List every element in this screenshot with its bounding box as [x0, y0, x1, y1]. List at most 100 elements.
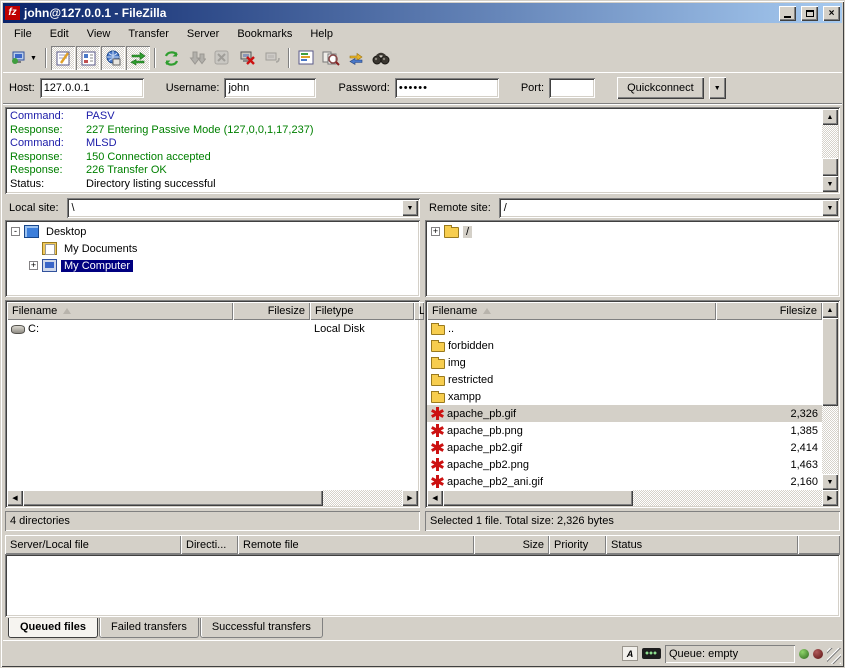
column-header-lastmodified[interactable]: L: [414, 302, 424, 320]
chevron-down-icon[interactable]: ▼: [822, 200, 838, 216]
menu-item[interactable]: Server: [178, 25, 228, 43]
remote-hscroll-track[interactable]: [443, 490, 822, 506]
synchronized-browsing-icon: [347, 50, 365, 66]
menu-item[interactable]: Bookmarks: [228, 25, 301, 43]
local-hscroll-thumb[interactable]: [23, 490, 323, 506]
reconnect-button[interactable]: [260, 46, 284, 70]
file-row[interactable]: apache_pb2_ani.gif 2,160: [427, 473, 822, 490]
chevron-down-icon[interactable]: ▼: [402, 200, 418, 216]
file-icon: [431, 441, 444, 454]
scroll-up-icon[interactable]: ▲: [822, 302, 838, 318]
scroll-down-icon[interactable]: ▼: [822, 474, 838, 490]
tree-item[interactable]: + /: [427, 223, 838, 240]
log-scroll-thumb[interactable]: [822, 158, 838, 176]
directory-filters-button[interactable]: [294, 46, 318, 70]
file-row[interactable]: apache_pb2.png 1,463: [427, 456, 822, 473]
log-scrollbar[interactable]: ▲ ▼: [822, 109, 838, 192]
refresh-button[interactable]: [160, 46, 184, 70]
queue-tab[interactable]: Successful transfers: [200, 618, 323, 638]
remote-site-combo[interactable]: / ▼: [499, 198, 840, 218]
scroll-right-icon[interactable]: ▶: [822, 490, 838, 506]
scroll-right-icon[interactable]: ▶: [402, 490, 418, 506]
log-scroll-track[interactable]: [822, 125, 838, 176]
column-header-filename[interactable]: Filename: [7, 302, 233, 320]
quickconnect-dropdown-button[interactable]: ▼: [709, 77, 726, 99]
menu-item[interactable]: Transfer: [119, 25, 178, 43]
column-header-filename[interactable]: Filename: [427, 302, 716, 320]
file-icon: [431, 407, 444, 420]
remote-vscroll-thumb[interactable]: [822, 318, 838, 406]
file-row[interactable]: img: [427, 354, 822, 371]
column-header-server-local-file[interactable]: Server/Local file: [5, 535, 181, 554]
cancel-button[interactable]: [210, 46, 234, 70]
file-row[interactable]: apache_pb.gif 2,326: [427, 405, 822, 422]
remote-hscroll-thumb[interactable]: [443, 490, 633, 506]
file-row[interactable]: xampp: [427, 388, 822, 405]
remote-vscroll-track[interactable]: [822, 318, 838, 474]
column-header-filesize[interactable]: Filesize: [716, 302, 822, 320]
local-horizontal-scrollbar[interactable]: ◀ ▶: [7, 490, 418, 506]
tree-expander[interactable]: -: [11, 227, 20, 236]
tree-item-label[interactable]: Desktop: [43, 226, 89, 238]
maximize-button[interactable]: [801, 6, 818, 21]
column-header-filetype[interactable]: Filetype: [310, 302, 414, 320]
column-header-priority[interactable]: Priority: [549, 535, 606, 554]
column-header-filesize[interactable]: Filesize: [233, 302, 310, 320]
column-header-status[interactable]: Status: [606, 535, 798, 554]
menu-item[interactable]: File: [5, 25, 41, 43]
host-input[interactable]: [40, 78, 144, 98]
scroll-down-icon[interactable]: ▼: [822, 176, 838, 192]
find-files-button[interactable]: [369, 46, 393, 70]
queue-tab[interactable]: Queued files: [8, 618, 98, 638]
scroll-left-icon[interactable]: ◀: [7, 490, 23, 506]
tree-item[interactable]: + My Computer: [7, 257, 418, 274]
transfer-type-icon[interactable]: A: [622, 646, 638, 661]
tree-expander[interactable]: +: [29, 261, 38, 270]
column-header-size[interactable]: Size: [474, 535, 549, 554]
file-row[interactable]: ..: [427, 320, 822, 337]
file-row[interactable]: restricted: [427, 371, 822, 388]
tree-item[interactable]: My Documents: [7, 240, 418, 257]
file-row[interactable]: apache_pb2.gif 2,414: [427, 439, 822, 456]
tree-item-label[interactable]: My Computer: [61, 260, 133, 272]
queue-body[interactable]: [5, 554, 840, 617]
file-row[interactable]: C: Local Disk: [7, 320, 418, 337]
menu-item[interactable]: Edit: [41, 25, 78, 43]
column-header-remote-file[interactable]: Remote file: [238, 535, 474, 554]
close-button[interactable]: ×: [823, 6, 840, 21]
remote-vertical-scrollbar[interactable]: ▲ ▼: [822, 302, 838, 490]
directory-comparison-button[interactable]: [319, 46, 343, 70]
menu-item[interactable]: Help: [301, 25, 342, 43]
synchronized-browsing-button[interactable]: [344, 46, 368, 70]
log-line: Response:226 Transfer OK: [10, 164, 819, 178]
site-manager-dropdown-icon[interactable]: ▼: [30, 55, 37, 62]
tree-item-label[interactable]: /: [463, 226, 472, 238]
username-input[interactable]: [224, 78, 316, 98]
scroll-up-icon[interactable]: ▲: [822, 109, 838, 125]
local-hscroll-track[interactable]: [23, 490, 402, 506]
toggle-transfer-queue-button[interactable]: [126, 46, 150, 70]
toggle-remote-tree-button[interactable]: [101, 46, 125, 70]
resize-grip[interactable]: [827, 648, 841, 664]
scroll-left-icon[interactable]: ◀: [427, 490, 443, 506]
port-input[interactable]: [549, 78, 595, 98]
local-site-combo[interactable]: \ ▼: [67, 198, 420, 218]
password-input[interactable]: [395, 78, 499, 98]
toggle-local-tree-button[interactable]: [76, 46, 100, 70]
tree-expander[interactable]: +: [431, 227, 440, 236]
site-manager-button[interactable]: ▼: [7, 46, 41, 70]
toggle-message-log-button[interactable]: [51, 46, 75, 70]
speed-limits-icon[interactable]: [642, 648, 661, 659]
tree-item[interactable]: - Desktop: [7, 223, 418, 240]
file-row[interactable]: forbidden: [427, 337, 822, 354]
queue-tab[interactable]: Failed transfers: [99, 618, 199, 638]
minimize-button[interactable]: [779, 6, 796, 21]
column-header-direction[interactable]: Directi...: [181, 535, 238, 554]
remote-horizontal-scrollbar[interactable]: ◀ ▶: [427, 490, 838, 506]
disconnect-button[interactable]: [235, 46, 259, 70]
file-row[interactable]: apache_pb.png 1,385: [427, 422, 822, 439]
menu-item[interactable]: View: [78, 25, 120, 43]
process-queue-button[interactable]: [185, 46, 209, 70]
tree-item-label[interactable]: My Documents: [61, 243, 140, 255]
quickconnect-button[interactable]: Quickconnect: [617, 77, 704, 99]
